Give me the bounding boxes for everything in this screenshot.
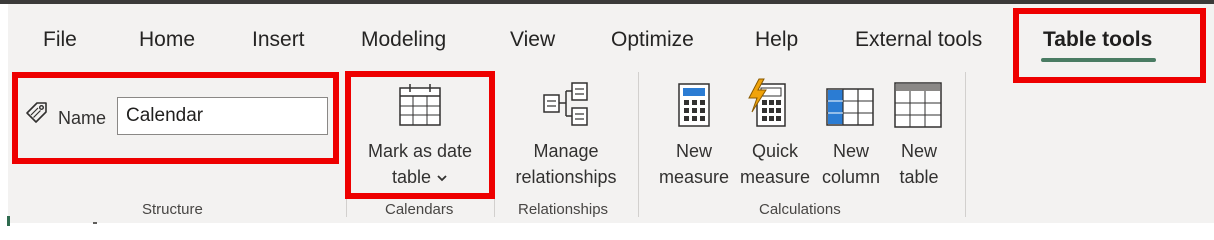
group-separator	[638, 72, 639, 217]
quick-measure-label-2: measure	[739, 167, 811, 187]
new-table-label-2: table	[899, 167, 939, 187]
tab-help[interactable]: Help	[755, 28, 798, 52]
group-label-calculations: Calculations	[759, 201, 841, 218]
calculator-icon	[677, 82, 711, 133]
tab-home[interactable]: Home	[139, 28, 195, 52]
quick-measure-label-1: Quick	[751, 141, 798, 161]
group-label-structure: Structure	[142, 201, 203, 218]
group-separator	[494, 72, 495, 217]
new-column-label-1: New	[832, 141, 869, 161]
tab-view[interactable]: View	[510, 28, 555, 52]
new-column-label-2: column	[821, 167, 881, 187]
new-measure-label-1: New	[675, 141, 712, 161]
mark-as-date-table-label-2-text: table	[391, 167, 432, 187]
bottom-marker	[7, 216, 10, 226]
name-label: Name	[58, 108, 107, 128]
tag-icon	[24, 100, 50, 131]
active-tab-indicator	[1041, 58, 1156, 62]
table-icon	[894, 82, 942, 133]
tab-external-tools[interactable]: External tools	[855, 28, 982, 52]
bottom-dot	[93, 222, 97, 224]
manage-relationships-label-1: Manage	[533, 141, 599, 161]
new-table-label-1: New	[900, 141, 937, 161]
relationships-icon	[541, 80, 591, 135]
quick-calculator-icon	[745, 78, 789, 133]
tab-table-tools[interactable]: Table tools	[1043, 28, 1152, 52]
group-separator	[965, 72, 966, 217]
calendar-icon	[397, 82, 443, 133]
table-name-input[interactable]	[117, 97, 328, 135]
group-label-calendars: Calendars	[385, 201, 454, 218]
chevron-down-icon	[436, 167, 448, 187]
new-measure-label-2: measure	[658, 167, 730, 187]
column-icon	[826, 88, 874, 131]
group-label-relationships: Relationships	[518, 201, 609, 218]
mark-as-date-table-label-1: Mark as date	[367, 141, 473, 161]
manage-relationships-label-2: relationships	[515, 167, 617, 187]
tab-file[interactable]: File	[43, 28, 77, 52]
group-separator	[346, 72, 347, 217]
tab-modeling[interactable]: Modeling	[361, 28, 446, 52]
tab-insert[interactable]: Insert	[252, 28, 305, 52]
tab-optimize[interactable]: Optimize	[611, 28, 694, 52]
mark-as-date-table-label-2: table	[360, 164, 480, 190]
